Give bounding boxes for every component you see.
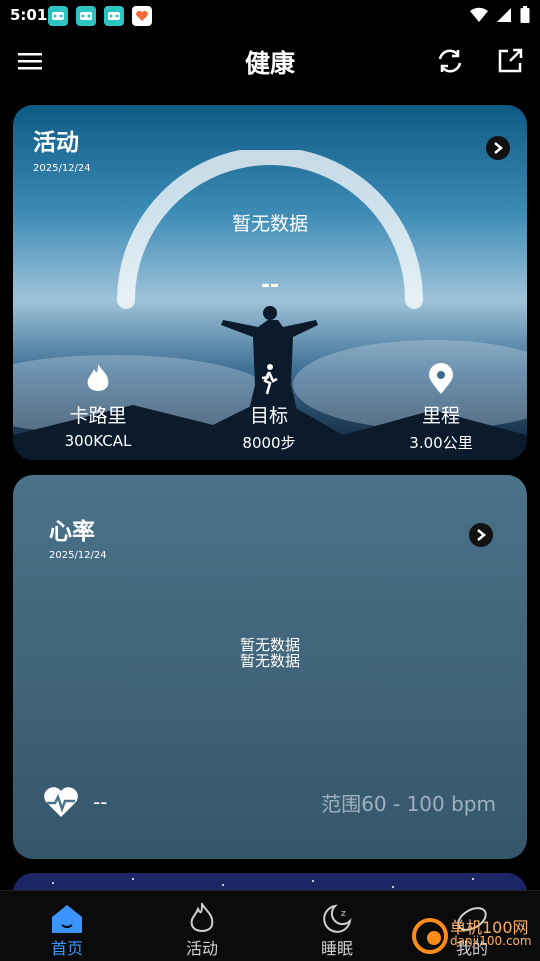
goal-value: 8000步 bbox=[242, 434, 296, 452]
watermark-subtext: danji100.com bbox=[450, 934, 532, 948]
status-time: 5:01 bbox=[10, 6, 48, 24]
location-pin-icon bbox=[429, 363, 453, 394]
share-button[interactable] bbox=[495, 46, 525, 76]
walk-icon bbox=[261, 364, 278, 395]
nav-activity-label: 活动 bbox=[185, 939, 218, 958]
heart-rate-card[interactable]: 心率 2025/12/24 暂无数据 暂无数据 -- 范围60 - 100 bp… bbox=[13, 475, 527, 859]
calories-value: 300KCAL bbox=[64, 432, 132, 450]
chevron-right-icon bbox=[477, 529, 486, 541]
goal-label: 目标 bbox=[249, 405, 288, 427]
heart-rate-detail-button[interactable] bbox=[469, 523, 493, 547]
stat-calories: 卡路里 300KCAL bbox=[28, 363, 168, 450]
status-bar: 5:01 bbox=[0, 0, 540, 32]
activity-date: 2025/12/24 bbox=[33, 163, 91, 174]
flame-icon bbox=[87, 364, 109, 391]
wifi-icon bbox=[470, 7, 488, 23]
nav-home-label: 首页 bbox=[50, 939, 83, 958]
status-system-icons bbox=[470, 6, 530, 24]
nav-sleep[interactable]: z 睡眠 bbox=[297, 897, 377, 959]
refresh-button[interactable] bbox=[435, 46, 465, 76]
activity-title: 活动 bbox=[33, 130, 79, 156]
heart-rate-date: 2025/12/24 bbox=[49, 550, 107, 561]
heart-rate-range: 范围60 - 100 bpm bbox=[321, 792, 496, 816]
watermark-logo-icon bbox=[412, 918, 448, 954]
nav-sleep-label: 睡眠 bbox=[320, 939, 353, 958]
stat-distance: 里程 3.00公里 bbox=[371, 363, 511, 453]
heart-rate-value: -- bbox=[93, 790, 108, 814]
battery-icon bbox=[520, 6, 530, 23]
app-notification-icon bbox=[104, 6, 124, 26]
distance-label: 里程 bbox=[421, 405, 460, 427]
heart-rate-no-data-secondary: 暂无数据 bbox=[239, 652, 300, 670]
stat-goal: 目标 8000步 bbox=[199, 363, 339, 453]
app-notification-icon bbox=[76, 6, 96, 26]
app-bar: 健康 bbox=[0, 32, 540, 92]
heartbeat-icon bbox=[44, 787, 78, 817]
chevron-right-icon bbox=[494, 142, 503, 154]
app-notification-icon bbox=[48, 6, 68, 26]
heart-app-icon bbox=[132, 6, 152, 26]
flame-icon bbox=[190, 903, 214, 932]
nav-activity[interactable]: 活动 bbox=[162, 897, 242, 959]
moon-icon: z bbox=[323, 904, 352, 933]
activity-value: -- bbox=[260, 273, 280, 298]
nav-home[interactable]: 首页 bbox=[27, 897, 107, 959]
activity-card[interactable]: 活动 2025/12/24 暂无数据 -- 卡路里 300KCAL 目标 800… bbox=[13, 105, 527, 460]
activity-detail-button[interactable] bbox=[486, 136, 510, 160]
refresh-icon bbox=[438, 49, 462, 73]
home-icon bbox=[52, 905, 82, 933]
activity-no-data: 暂无数据 bbox=[231, 213, 308, 235]
svg-text:z: z bbox=[341, 909, 346, 919]
status-notification-icons bbox=[48, 6, 152, 26]
calories-label: 卡路里 bbox=[69, 405, 127, 427]
share-export-icon bbox=[498, 48, 523, 73]
signal-icon bbox=[497, 8, 511, 22]
heart-rate-title: 心率 bbox=[49, 519, 95, 545]
watermark: 单机100网 danji100.com bbox=[390, 890, 540, 960]
distance-value: 3.00公里 bbox=[409, 434, 473, 452]
